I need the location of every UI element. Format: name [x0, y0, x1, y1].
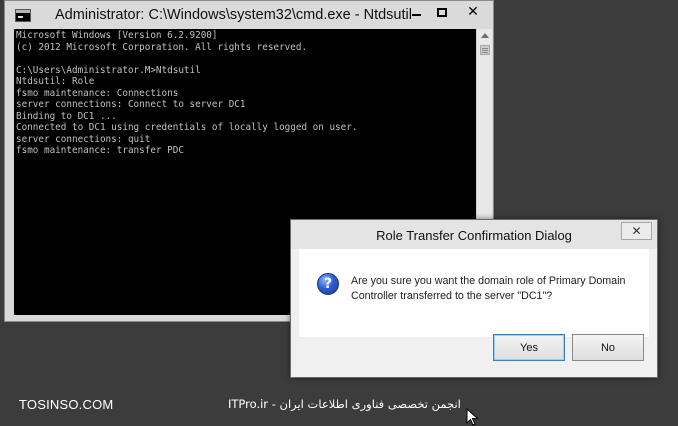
console-line: (c) 2012 Microsoft Corporation. All righ…	[16, 41, 308, 53]
minimize-button[interactable]	[403, 2, 429, 22]
dialog-titlebar[interactable]: Role Transfer Confirmation Dialog ✕	[291, 220, 657, 249]
console-line: server connections: quit	[16, 133, 151, 145]
scroll-up-icon[interactable]	[481, 33, 489, 38]
console-line: Connected to DC1 using credentials of lo…	[16, 122, 358, 133]
no-button[interactable]: No	[572, 334, 644, 361]
close-icon: ✕	[631, 224, 642, 238]
role-transfer-dialog: Role Transfer Confirmation Dialog ✕ ? Ar…	[290, 219, 658, 378]
maximize-icon	[437, 7, 447, 17]
console-line: Microsoft Windows [Version 6.2.9200]	[16, 30, 218, 41]
dialog-body: ? Are you sure you want the domain role …	[299, 249, 649, 337]
minimize-icon	[411, 14, 421, 16]
console-line: C:\Users\Administrator.M>Ntdsutil	[16, 64, 201, 76]
mouse-cursor-icon	[466, 408, 479, 426]
yes-button[interactable]: Yes	[493, 334, 565, 361]
maximize-button[interactable]	[429, 2, 455, 22]
dialog-title: Role Transfer Confirmation Dialog	[376, 228, 572, 243]
console-line: fsmo maintenance: transfer PDC	[16, 145, 184, 156]
watermark-itpro: ITPro.ir - انجمن تخصصی فناوری اطلاعات ای…	[228, 397, 461, 411]
close-icon: ✕	[467, 4, 479, 20]
cmd-app-icon[interactable]	[15, 9, 31, 22]
cmd-titlebar[interactable]: Administrator: C:\Windows\system32\cmd.e…	[5, 1, 493, 29]
close-button[interactable]: ✕	[455, 2, 491, 22]
cmd-window-title: Administrator: C:\Windows\system32\cmd.e…	[55, 7, 412, 23]
console-line: server connections: Connect to server DC…	[16, 99, 246, 110]
scroll-thumb[interactable]	[480, 45, 490, 55]
question-icon: ?	[317, 273, 339, 295]
console-line: Ntdsutil: Role	[16, 76, 95, 87]
dialog-message: Are you sure you want the domain role of…	[351, 275, 626, 302]
console-line: fsmo maintenance: Connections	[16, 87, 179, 99]
console-line: Binding to DC1 ...	[16, 110, 117, 122]
watermark-tosinso: TOSINSO.COM	[19, 397, 114, 412]
console-lines: Microsoft Windows [Version 6.2.9200] (c)…	[14, 29, 476, 157]
dialog-close-button[interactable]: ✕	[621, 222, 652, 240]
